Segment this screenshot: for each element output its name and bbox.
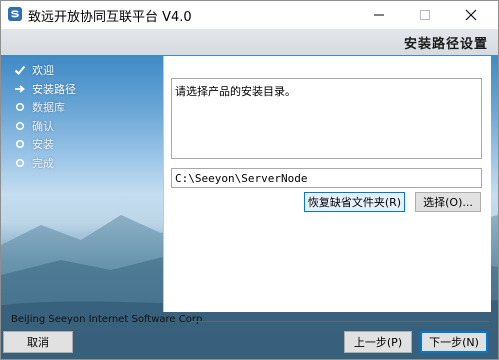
step-welcome: 欢迎 <box>13 61 76 80</box>
step-label: 欢迎 <box>32 64 54 78</box>
cancel-button[interactable]: 取消 <box>3 331 73 353</box>
company-name: BeiJing Seeyon Internet Software Corp. <box>11 314 206 325</box>
step-label: 完成 <box>32 156 54 170</box>
installer-window: 致远开放协同互联平台 V4.0 安装路径设置 欢迎 安装路径 数据库 确认 安装… <box>0 0 499 360</box>
title-bar[interactable]: 致远开放协同互联平台 V4.0 <box>1 1 498 29</box>
maximize-button[interactable] <box>402 1 448 29</box>
content-panel: 请选择产品的安装目录。 恢复缺省文件夹(R) 选择(O)... <box>163 56 491 312</box>
header-band: 安装路径设置 <box>1 29 498 55</box>
circle-icon <box>13 119 27 133</box>
minimize-icon <box>374 14 384 16</box>
previous-button[interactable]: 上一步(P) <box>344 331 412 353</box>
step-label: 安装路径 <box>32 82 76 96</box>
close-icon <box>465 9 477 21</box>
step-install: 安装 <box>13 135 76 154</box>
close-button[interactable] <box>448 1 494 29</box>
step-install-path: 安装路径 <box>13 80 76 99</box>
page-title: 安装路径设置 <box>403 37 488 52</box>
step-label: 安装 <box>32 138 54 152</box>
step-label: 数据库 <box>32 101 65 115</box>
description-box: 请选择产品的安装目录。 <box>171 78 482 159</box>
footer-divider <box>191 321 489 322</box>
step-database: 数据库 <box>13 98 76 117</box>
description-text: 请选择产品的安装目录。 <box>175 85 296 98</box>
minimize-button[interactable] <box>356 1 402 29</box>
install-path-input[interactable] <box>171 168 482 188</box>
circle-icon <box>13 156 27 170</box>
steps-list: 欢迎 安装路径 数据库 确认 安装 完成 <box>13 61 76 172</box>
step-label: 确认 <box>32 119 54 133</box>
choose-folder-button[interactable]: 选择(O)... <box>415 192 481 212</box>
app-logo-icon <box>8 7 22 21</box>
circle-icon <box>13 137 27 151</box>
step-confirm: 确认 <box>13 117 76 136</box>
next-button[interactable]: 下一步(N) <box>420 331 488 353</box>
check-icon <box>13 63 27 77</box>
restore-default-folder-button[interactable]: 恢复缺省文件夹(R) <box>304 192 405 212</box>
circle-icon <box>13 100 27 114</box>
arrow-right-icon <box>13 82 27 96</box>
step-finish: 完成 <box>13 154 76 173</box>
window-title: 致远开放协同互联平台 V4.0 <box>28 10 192 25</box>
maximize-icon <box>420 10 430 20</box>
